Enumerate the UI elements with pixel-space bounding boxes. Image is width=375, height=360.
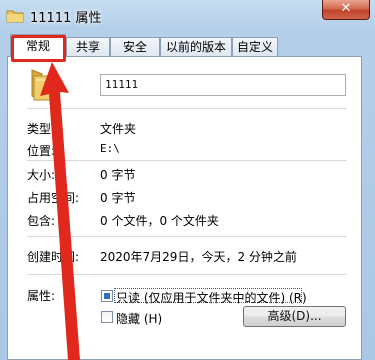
attributes-label: 属性: [27, 289, 56, 303]
close-button[interactable]: ✕ [322, 0, 370, 20]
size-value: 0 字节 [100, 168, 136, 182]
contains-value: 0 个文件，0 个文件夹 [100, 214, 219, 228]
separator [27, 160, 347, 161]
location-label: 位置: [27, 144, 56, 158]
folder-name-input[interactable]: 11111 [100, 74, 346, 96]
location-value: E:\ [100, 142, 120, 155]
type-label: 类型: [27, 122, 56, 136]
disk-size-label: 占用空间: [27, 191, 80, 205]
tab-security[interactable]: 安全 [110, 37, 160, 57]
readonly-label[interactable]: 只读 (仅应用于文件夹中的文件) (R) [116, 289, 307, 306]
tab-customize-label: 自定义 [236, 40, 273, 54]
tab-security-label: 安全 [122, 40, 147, 54]
separator [27, 274, 347, 275]
tab-sharing[interactable]: 共享 [66, 37, 110, 57]
hidden-checkbox[interactable] [101, 311, 113, 323]
properties-window: 11111 属性 ✕ 常规 共享 安全 以前的版本 自定义 11111 类型: … [0, 0, 375, 360]
tab-customize[interactable]: 自定义 [232, 37, 278, 57]
disk-size-value: 0 字节 [100, 191, 136, 205]
annotation-highlight-box [11, 35, 66, 62]
folder-large-icon [31, 69, 55, 101]
separator [27, 236, 347, 237]
title-bar[interactable]: 11111 属性 ✕ [0, 0, 375, 34]
window-title: 11111 属性 [30, 11, 102, 26]
contains-label: 包含: [27, 214, 56, 228]
tab-previous-versions-label: 以前的版本 [165, 40, 226, 54]
size-label: 大小: [27, 168, 56, 182]
hidden-label[interactable]: 隐藏 (H) [116, 310, 162, 327]
tab-sharing-label: 共享 [75, 40, 100, 54]
advanced-button[interactable]: 高级(D)... [243, 306, 346, 327]
type-value: 文件夹 [100, 122, 137, 136]
folder-icon [6, 10, 24, 23]
created-value: 2020年7月29日，今天，2 分钟之前 [100, 250, 297, 264]
separator [27, 108, 347, 109]
readonly-checkbox[interactable] [101, 290, 113, 302]
tab-previous-versions[interactable]: 以前的版本 [160, 37, 232, 57]
created-label: 创建时间: [27, 250, 80, 264]
